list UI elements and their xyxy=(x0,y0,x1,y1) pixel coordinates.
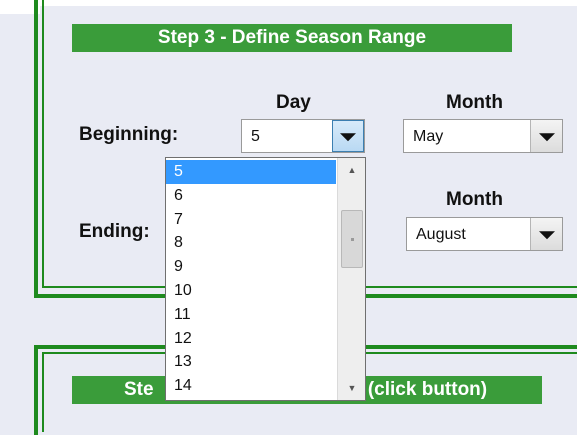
day-option-7[interactable]: 7 xyxy=(166,208,336,232)
scrollbar-thumb[interactable] xyxy=(341,210,363,268)
day-column-label: Day xyxy=(276,92,311,113)
day-options: 5 6 7 8 9 10 11 12 13 14 xyxy=(166,160,336,398)
beginning-label: Beginning: xyxy=(79,124,179,145)
ending-month-select[interactable]: August xyxy=(406,217,563,251)
day-option-5[interactable]: 5 xyxy=(166,160,336,184)
day-option-9[interactable]: 9 xyxy=(166,255,336,279)
month-column-label: Month xyxy=(446,92,503,113)
chevron-down-icon xyxy=(340,133,356,142)
beginning-day-select[interactable]: 5 xyxy=(241,119,365,153)
day-option-14[interactable]: 14 xyxy=(166,374,336,398)
chevron-down-icon xyxy=(538,231,555,240)
day-option-11[interactable]: 11 xyxy=(166,303,336,327)
beginning-month-dropdown-button[interactable] xyxy=(530,120,562,152)
ending-month-dropdown-button[interactable] xyxy=(530,218,562,250)
step3-title: Step 3 - Define Season Range xyxy=(72,24,512,52)
beginning-month-value: May xyxy=(413,128,444,145)
scrollbar-grip-icon xyxy=(351,238,354,241)
scroll-down-icon[interactable]: ▼ xyxy=(338,378,365,398)
dropdown-scrollbar[interactable]: ▲ ▼ xyxy=(337,158,365,400)
ending-month-column-label: Month xyxy=(446,189,503,210)
day-option-10[interactable]: 10 xyxy=(166,279,336,303)
beginning-day-dropdown-button[interactable] xyxy=(332,120,364,152)
chevron-down-icon xyxy=(538,133,555,142)
beginning-month-select[interactable]: May xyxy=(403,119,563,153)
ending-month-value: August xyxy=(416,226,466,243)
day-option-6[interactable]: 6 xyxy=(166,184,336,208)
day-dropdown-list[interactable]: 5 6 7 8 9 10 11 12 13 14 ▲ ▼ xyxy=(165,157,366,401)
day-option-12[interactable]: 12 xyxy=(166,327,336,351)
step4-title-right: a (click button) xyxy=(352,379,488,400)
scroll-up-icon[interactable]: ▲ xyxy=(338,160,365,180)
day-option-8[interactable]: 8 xyxy=(166,231,336,255)
ending-label: Ending: xyxy=(79,221,150,242)
beginning-day-value: 5 xyxy=(251,128,260,145)
step4-title-left: Ste xyxy=(124,379,154,400)
day-option-13[interactable]: 13 xyxy=(166,350,336,374)
